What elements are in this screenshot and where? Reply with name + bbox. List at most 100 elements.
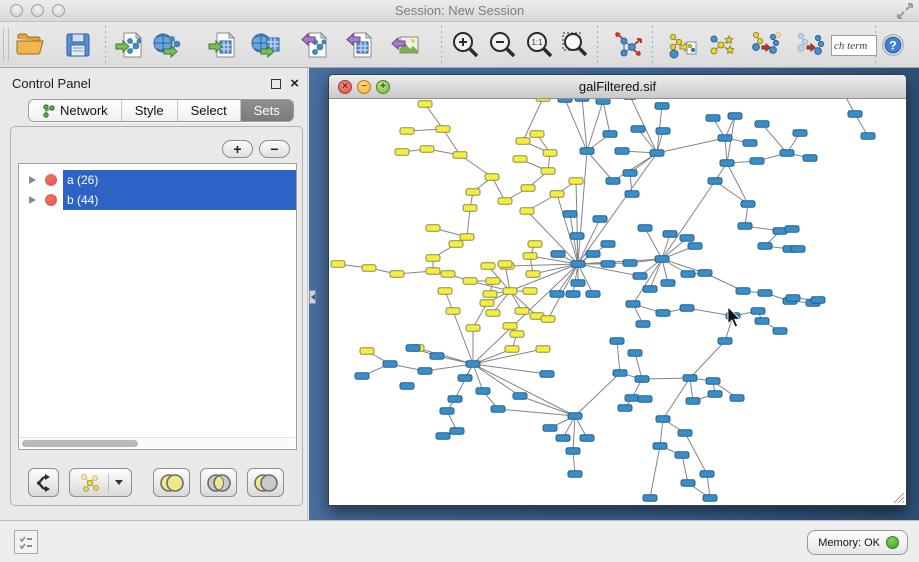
graph-node-yellow[interactable]: [426, 225, 440, 232]
graph-node-yellow[interactable]: [523, 253, 537, 260]
graph-node-blue[interactable]: [563, 211, 577, 218]
graph-node-blue[interactable]: [551, 251, 565, 258]
graph-node-blue[interactable]: [758, 243, 772, 250]
graph-node-yellow[interactable]: [503, 323, 517, 330]
apply-layout-button[interactable]: [610, 27, 646, 63]
graph-node-yellow[interactable]: [569, 178, 583, 185]
graph-node-blue[interactable]: [618, 405, 632, 412]
graph-node-blue[interactable]: [418, 368, 432, 375]
graph-node-yellow[interactable]: [420, 146, 434, 153]
tab-style[interactable]: Style: [122, 100, 178, 121]
graph-node-blue[interactable]: [663, 231, 677, 238]
graph-node-blue[interactable]: [661, 280, 675, 287]
graph-node-blue[interactable]: [540, 371, 554, 378]
network-canvas-svg[interactable]: [329, 99, 906, 505]
float-panel-icon[interactable]: [271, 79, 281, 89]
select-first-neighbors-button[interactable]: [704, 27, 740, 63]
graph-node-yellow[interactable]: [520, 208, 534, 215]
tab-sets[interactable]: Sets: [241, 100, 293, 121]
graph-node-yellow[interactable]: [536, 346, 550, 353]
graph-node-blue[interactable]: [570, 233, 584, 240]
graph-node-yellow[interactable]: [541, 316, 555, 323]
graph-node-yellow[interactable]: [513, 156, 527, 163]
zoom-actual-size-button[interactable]: 1:1: [521, 27, 557, 63]
graph-node-blue[interactable]: [656, 416, 670, 423]
network-from-selection-button[interactable]: [664, 27, 700, 63]
graph-node-blue[interactable]: [613, 370, 627, 377]
graph-node-yellow[interactable]: [486, 310, 500, 317]
graph-node-yellow[interactable]: [523, 288, 537, 295]
graph-node-blue[interactable]: [643, 495, 657, 502]
dropdown-caret-icon[interactable]: [115, 480, 123, 485]
graph-node-blue[interactable]: [596, 99, 610, 104]
graph-node-yellow[interactable]: [483, 291, 497, 298]
zoom-in-button[interactable]: [447, 27, 483, 63]
graph-node-blue[interactable]: [688, 243, 702, 250]
graph-node-blue[interactable]: [406, 345, 420, 352]
graph-node-blue[interactable]: [568, 471, 582, 478]
graph-node-yellow[interactable]: [390, 271, 404, 278]
graph-node-blue[interactable]: [686, 398, 700, 405]
graph-node-yellow[interactable]: [481, 263, 495, 270]
graph-node-blue[interactable]: [706, 115, 720, 122]
task-history-button[interactable]: [14, 530, 38, 554]
graph-node-blue[interactable]: [708, 391, 722, 398]
graph-node-yellow[interactable]: [498, 198, 512, 205]
graph-node-blue[interactable]: [635, 376, 649, 383]
graph-node-yellow[interactable]: [485, 174, 499, 181]
graph-node-blue[interactable]: [803, 155, 817, 162]
graph-node-blue[interactable]: [680, 305, 694, 312]
graph-node-yellow[interactable]: [521, 185, 535, 192]
graph-node-blue[interactable]: [643, 286, 657, 293]
graph-node-blue[interactable]: [458, 375, 472, 382]
graph-node-yellow[interactable]: [418, 101, 432, 108]
memory-status-button[interactable]: Memory: OK: [807, 530, 908, 555]
fullscreen-icon[interactable]: [896, 2, 914, 20]
graph-node-blue[interactable]: [625, 395, 639, 402]
graph-node-blue[interactable]: [586, 251, 600, 258]
graph-node-blue[interactable]: [440, 408, 454, 415]
graph-node-blue[interactable]: [513, 393, 527, 400]
graph-node-blue[interactable]: [718, 135, 732, 142]
graph-node-blue[interactable]: [430, 353, 444, 360]
scrollbar-thumb[interactable]: [22, 440, 138, 447]
graph-node-blue[interactable]: [633, 273, 647, 280]
toolbar-grip[interactable]: [3, 28, 9, 61]
graph-node-blue[interactable]: [436, 433, 450, 440]
graph-node-blue[interactable]: [738, 223, 752, 230]
graph-node-blue[interactable]: [638, 225, 652, 232]
graph-node-yellow[interactable]: [536, 99, 550, 101]
graph-node-blue[interactable]: [580, 435, 594, 442]
graph-node-blue[interactable]: [631, 126, 645, 133]
graph-node-yellow[interactable]: [503, 288, 517, 295]
graph-node-yellow[interactable]: [486, 278, 500, 285]
add-set-button[interactable]: +: [222, 140, 253, 158]
network-window-titlebar[interactable]: × − + galFiltered.sif: [329, 75, 906, 99]
graph-node-blue[interactable]: [700, 471, 714, 478]
graph-node-blue[interactable]: [400, 383, 414, 390]
expand-triangle-icon[interactable]: [29, 176, 36, 184]
graph-node-blue[interactable]: [571, 280, 585, 287]
graph-node-yellow[interactable]: [426, 268, 440, 275]
graph-node-blue[interactable]: [785, 226, 799, 233]
import-network-file-button[interactable]: [112, 27, 148, 63]
graph-node-blue[interactable]: [653, 443, 667, 450]
graph-node-blue[interactable]: [355, 373, 369, 380]
graph-node-yellow[interactable]: [526, 271, 540, 278]
graph-node-yellow[interactable]: [446, 308, 460, 315]
graph-node-blue[interactable]: [558, 99, 572, 102]
close-panel-icon[interactable]: ×: [290, 75, 299, 92]
graph-node-blue[interactable]: [720, 160, 734, 167]
graph-node-blue[interactable]: [636, 321, 650, 328]
graph-node-blue[interactable]: [811, 297, 825, 304]
graph-node-yellow[interactable]: [550, 191, 564, 198]
graph-node-yellow[interactable]: [426, 255, 440, 262]
graph-node-yellow[interactable]: [400, 128, 414, 135]
graph-node-blue[interactable]: [586, 291, 600, 298]
venn-intersection-button[interactable]: [200, 468, 237, 497]
graph-node-yellow[interactable]: [362, 265, 376, 272]
graph-node-yellow[interactable]: [438, 288, 452, 295]
graph-node-yellow[interactable]: [516, 138, 530, 145]
graph-node-blue[interactable]: [755, 121, 769, 128]
graph-node-blue[interactable]: [741, 201, 755, 208]
